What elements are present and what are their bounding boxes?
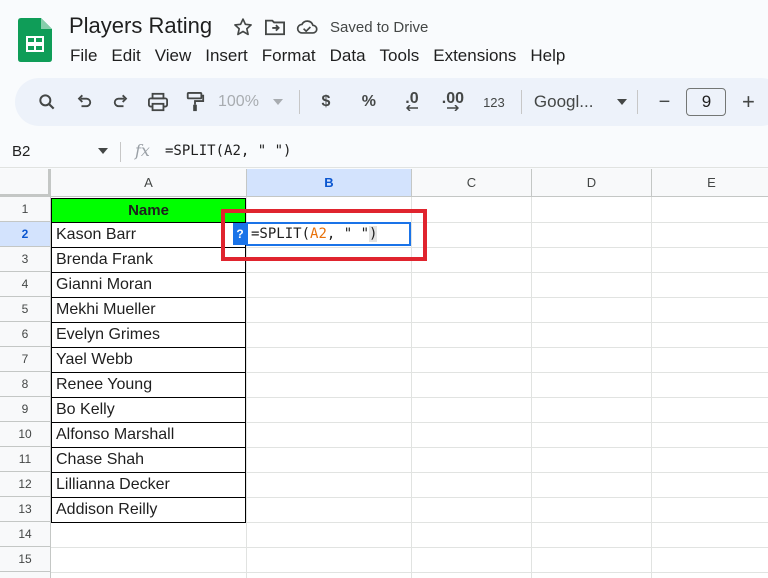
increase-decimal-button[interactable]: .00 [439,86,467,118]
print-icon[interactable] [144,86,172,118]
cell-a4[interactable]: Gianni Moran [51,273,246,298]
decrease-decimal-button[interactable]: .0 [398,86,426,118]
spreadsheet-app: Players Rating Saved to Drive File Edit … [0,0,768,578]
currency-format-button[interactable]: $ [312,86,340,118]
increase-decimal-label: .00 [441,90,465,107]
row-header-6[interactable]: 6 [0,322,51,347]
formula-ref: A2 [224,143,241,159]
decrease-decimal-label: .0 [405,90,419,107]
font-family-value: Googl... [533,92,594,111]
font-family-select[interactable]: Googl... [534,92,628,112]
row-header-10[interactable]: 10 [0,422,51,447]
cloud-saved-icon[interactable] [296,16,318,38]
annotation-highlight-box [221,209,427,261]
formula-input[interactable]: =SPLIT(A2, " ") [165,143,291,159]
column-header-d[interactable]: D [532,169,652,197]
cell-a5[interactable]: Mekhi Mueller [51,298,246,323]
toolbar: 100% $ % .0 .00 123 Googl... − 9 + [15,78,768,126]
menu-edit[interactable]: Edit [104,44,147,68]
menu-help[interactable]: Help [523,44,572,68]
row-header-8[interactable]: 8 [0,372,51,397]
column-header-b[interactable]: B [247,169,412,197]
column-gridline [651,197,652,578]
cell-a9[interactable]: Bo Kelly [51,398,246,423]
row-header-12[interactable]: 12 [0,472,51,497]
search-icon[interactable] [33,86,61,118]
title-actions: Saved to Drive [232,16,428,38]
cell-a12[interactable]: Lillianna Decker [51,473,246,498]
cell-a8[interactable]: Renee Young [51,373,246,398]
decrease-font-size-button[interactable]: − [650,86,678,118]
menu-extensions[interactable]: Extensions [426,44,523,68]
menu-bar: File Edit View Insert Format Data Tools … [63,44,572,68]
menu-data[interactable]: Data [323,44,373,68]
undo-icon[interactable] [70,86,98,118]
row-header-13[interactable]: 13 [0,497,51,522]
row-gridline [51,547,768,548]
row-header-14[interactable]: 14 [0,522,51,547]
menu-format[interactable]: Format [255,44,323,68]
arrow-left-icon [405,105,418,111]
select-all-corner[interactable] [0,169,51,197]
menu-insert[interactable]: Insert [198,44,255,68]
menu-tools[interactable]: Tools [373,44,427,68]
formula-bar-divider [120,142,121,162]
row-header-9[interactable]: 9 [0,397,51,422]
chevron-down-icon[interactable] [98,148,108,154]
menu-view[interactable]: View [148,44,199,68]
row-header-7[interactable]: 7 [0,347,51,372]
arrow-right-icon [446,105,459,111]
zoom-value: 100% [218,93,259,110]
increase-font-size-button[interactable]: + [734,86,762,118]
zoom-select[interactable]: 100% [218,93,283,111]
move-to-folder-icon[interactable] [264,16,286,38]
document-title[interactable]: Players Rating [69,13,212,39]
more-formats-button[interactable]: 123 [480,86,508,118]
formula-prefix: =SPLIT( [165,143,225,159]
column-gridline [531,197,532,578]
chevron-down-icon [617,99,628,105]
toolbar-divider [520,90,522,114]
cell-a13[interactable]: Addison Reilly [51,498,246,523]
font-size-input[interactable]: 9 [686,88,727,116]
row-header-5[interactable]: 5 [0,297,51,322]
column-header-c[interactable]: C [412,169,532,197]
cell-a7[interactable]: Yael Webb [51,348,246,373]
formula-bar: B2 fx =SPLIT(A2, " ") [0,136,768,168]
row-header-16[interactable]: 16 [0,572,51,578]
redo-icon[interactable] [107,86,135,118]
column-header-a[interactable]: A [51,169,247,197]
row-header-1[interactable]: 1 [0,197,51,222]
toolbar-divider [298,90,300,114]
column-header-e[interactable]: E [652,169,768,197]
percent-format-button[interactable]: % [355,86,383,118]
star-icon[interactable] [232,16,254,38]
paint-format-icon[interactable] [181,86,209,118]
row-header-11[interactable]: 11 [0,447,51,472]
cell-a6[interactable]: Evelyn Grimes [51,323,246,348]
row-header-15[interactable]: 15 [0,547,51,572]
row-gridline [51,572,768,573]
spreadsheet-grid[interactable]: A B C D E 1 2 3 4 5 6 7 8 9 10 11 12 13 … [0,169,768,578]
sheets-logo-icon[interactable] [18,18,52,62]
cell-a11[interactable]: Chase Shah [51,448,246,473]
formula-suffix: , " ") [240,143,292,159]
cell-a3[interactable]: Brenda Frank [51,248,246,273]
cell-a2[interactable]: Kason Barr [51,223,246,248]
chevron-down-icon [272,99,283,105]
row-header-3[interactable]: 3 [0,247,51,272]
menu-file[interactable]: File [63,44,104,68]
row-header-4[interactable]: 4 [0,272,51,297]
cell-a10[interactable]: Alfonso Marshall [51,423,246,448]
row-header-2[interactable]: 2 [0,222,51,247]
fx-icon: fx [135,141,150,160]
cell-a1-name-header[interactable]: Name [51,198,246,223]
name-box[interactable]: B2 [12,143,30,160]
toolbar-divider [637,90,639,114]
save-status: Saved to Drive [330,18,429,36]
